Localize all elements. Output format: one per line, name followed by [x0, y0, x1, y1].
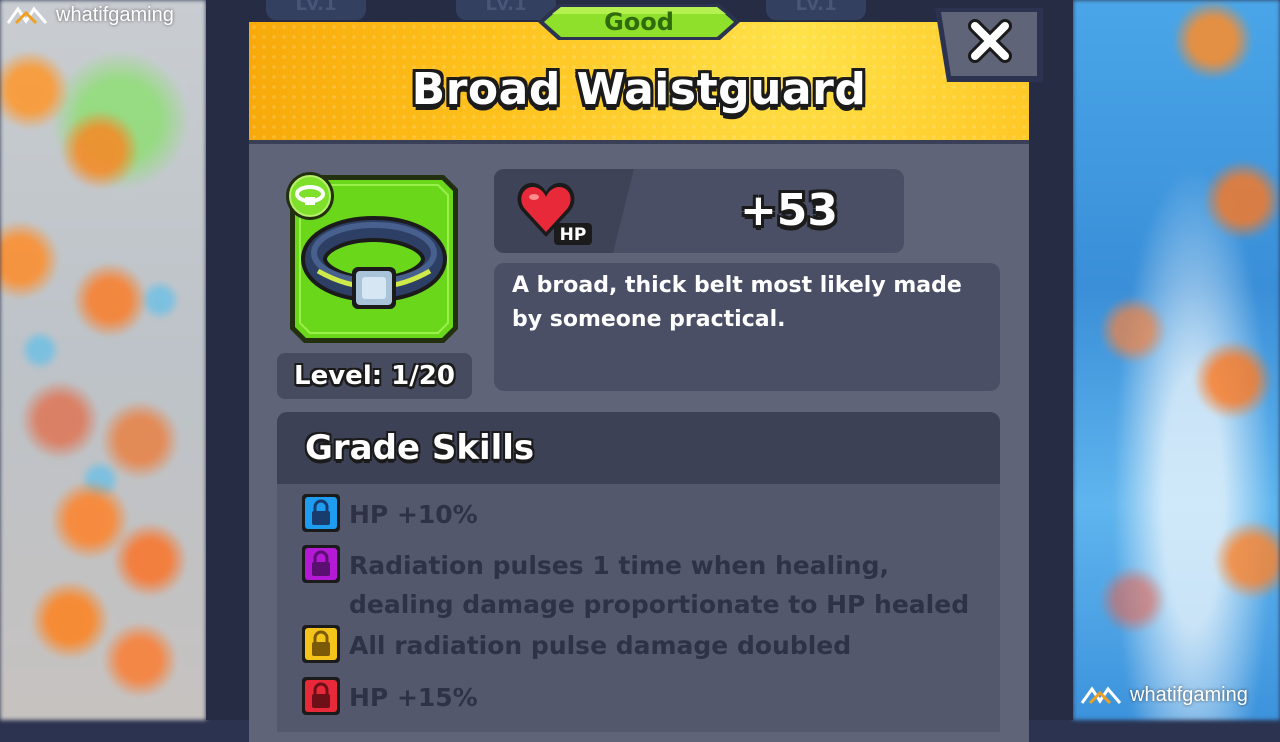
- stat-icon-area: HP: [494, 169, 634, 253]
- item-name: Broad Waistguard: [411, 64, 867, 115]
- background-level-tile: Lv.1: [766, 0, 866, 20]
- background-level-tile: Lv.1: [266, 0, 366, 20]
- item-description: A broad, thick belt most likely made by …: [494, 263, 1000, 391]
- game-background-right: [1073, 0, 1280, 720]
- game-background-left: [0, 0, 206, 720]
- lock-icon: [302, 545, 340, 583]
- lock-icon: [302, 494, 340, 532]
- watermark-top: whatifgaming: [6, 4, 174, 27]
- grade-skill-item: HP +15%: [301, 677, 478, 717]
- close-icon: [935, 8, 1043, 82]
- whatifgaming-logo-icon: [6, 5, 48, 24]
- grade-label: Good: [604, 8, 674, 36]
- stat-label: HP: [560, 225, 587, 245]
- grade-skill-item: All radiation pulse damage doubled: [301, 625, 852, 665]
- lock-icon: [302, 625, 340, 663]
- close-button[interactable]: [933, 6, 1045, 84]
- lock-icon: [302, 677, 340, 715]
- watermark-bottom: whatifgaming: [1080, 684, 1248, 707]
- grade-skill-item: Radiation pulses 1 time when healing, de…: [301, 545, 991, 624]
- grade-skill-item: HP +10%: [301, 494, 478, 534]
- skill-text: HP +15%: [349, 683, 478, 712]
- belt-slot-icon: [286, 172, 334, 220]
- whatifgaming-logo-icon: [1080, 685, 1122, 704]
- stat-row: HP +53: [494, 169, 904, 253]
- skill-text: All radiation pulse damage doubled: [349, 631, 852, 660]
- grade-skills-section: Grade Skills HP +10% Radiation pulses 1 …: [277, 412, 1000, 732]
- grade-badge: Good: [536, 2, 742, 42]
- skill-text: Radiation pulses 1 time when healing, de…: [349, 551, 970, 619]
- watermark-text: whatifgaming: [1130, 684, 1248, 706]
- item-level: Level: 1/20: [277, 353, 472, 399]
- belt-slot-badge: [284, 170, 336, 222]
- heart-icon: HP: [517, 182, 592, 245]
- skill-text: HP +10%: [349, 500, 478, 529]
- watermark-text: whatifgaming: [56, 4, 174, 26]
- grade-skills-title: Grade Skills: [277, 412, 1000, 484]
- stat-value: +53: [739, 185, 839, 236]
